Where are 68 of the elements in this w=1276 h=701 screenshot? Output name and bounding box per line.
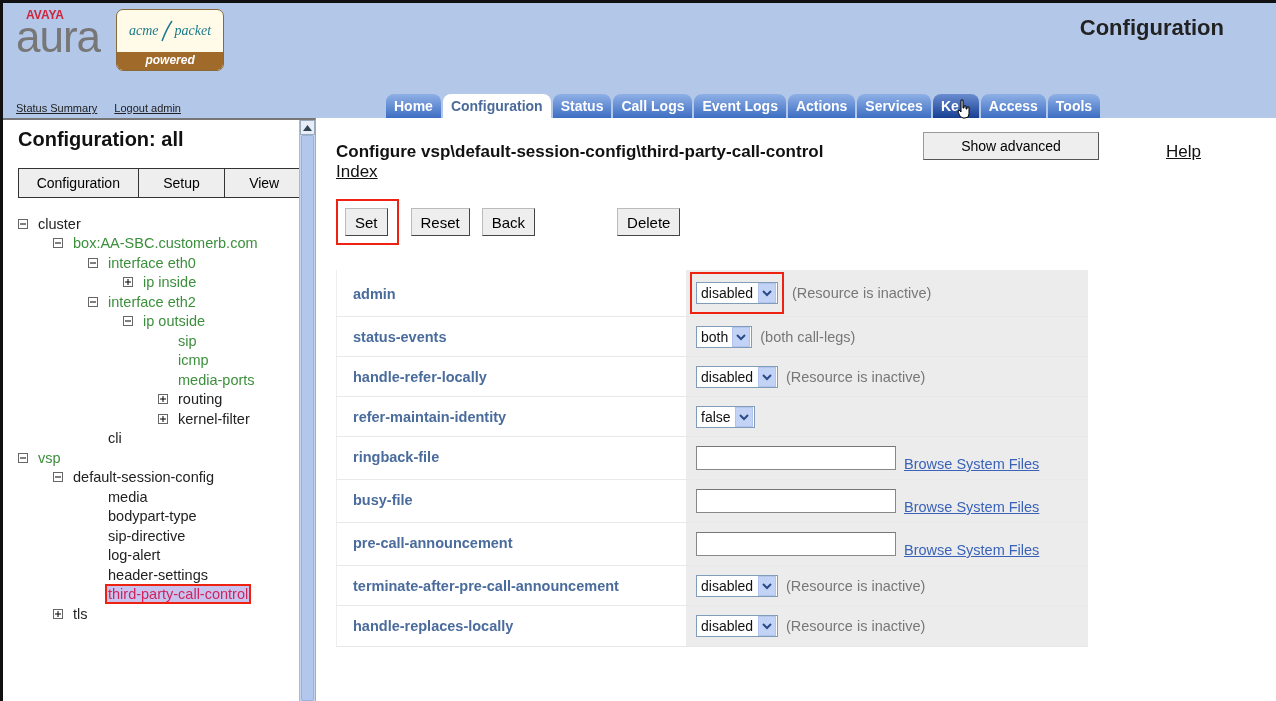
tree-item[interactable]: media-ports: [175, 369, 258, 390]
help-link[interactable]: Help: [1166, 142, 1201, 162]
view-button[interactable]: Setup: [138, 169, 226, 197]
field-note: (Resource is inactive): [786, 618, 926, 634]
tree-item[interactable]: log-alert: [105, 545, 164, 566]
input-field[interactable]: [696, 446, 896, 470]
field-note: (Resource is inactive): [786, 577, 926, 594]
tree-item[interactable]: header-settings: [105, 564, 211, 585]
action-button[interactable]: Set: [345, 208, 388, 236]
expand-icon[interactable]: [158, 394, 168, 405]
tree-item[interactable]: kernel-filter: [175, 408, 253, 429]
browse-link[interactable]: Browse System Files: [904, 499, 1040, 515]
tree-item[interactable]: bodypart-type: [105, 506, 200, 527]
show-advanced-button[interactable]: Show advanced: [923, 132, 1099, 160]
scrollbar[interactable]: [299, 120, 315, 701]
action-button[interactable]: Delete: [617, 208, 681, 236]
tree-item[interactable]: default-session-config: [70, 467, 218, 488]
collapse-icon[interactable]: [88, 296, 98, 307]
browse-link[interactable]: Browse System Files: [904, 456, 1040, 472]
powered-badge: acme packet powered: [116, 9, 225, 71]
tree-item[interactable]: media: [105, 486, 151, 507]
select-field[interactable]: disabled: [696, 615, 778, 637]
tree-item[interactable]: sip-directive: [105, 525, 189, 546]
tree-item[interactable]: tls: [70, 603, 91, 624]
collapse-icon[interactable]: [88, 257, 98, 268]
input-field[interactable]: [696, 532, 896, 556]
input-field[interactable]: [696, 489, 896, 513]
collapse-icon[interactable]: [53, 472, 63, 483]
page-heading: Configuration: [1079, 15, 1224, 41]
tree-item[interactable]: interface eth2: [105, 291, 199, 312]
sidebar-title: Configuration: all: [18, 128, 185, 151]
field-note: (both call-legs): [760, 328, 856, 345]
action-button[interactable]: Reset: [410, 208, 470, 236]
action-button[interactable]: Back: [481, 208, 536, 236]
tree-item[interactable]: routing: [175, 389, 226, 410]
nav-tab[interactable]: Ke: [932, 94, 979, 118]
tree-item[interactable]: ip inside: [140, 272, 200, 293]
tree-item[interactable]: cli: [105, 428, 125, 449]
expand-icon[interactable]: [123, 277, 133, 288]
tree-item[interactable]: ip outside: [140, 311, 209, 332]
index-link[interactable]: Index: [336, 162, 378, 182]
tree-item[interactable]: cluster: [35, 213, 84, 234]
header-link[interactable]: Logout admin: [114, 102, 181, 114]
select-field[interactable]: disabled: [696, 282, 778, 304]
tree-item[interactable]: sip: [175, 330, 200, 351]
form-title: Configure vsp\default-session-config\third-party-call-control: [336, 141, 825, 162]
expand-icon[interactable]: [53, 608, 63, 619]
field-note: (Resource is inactive): [792, 285, 932, 301]
collapse-icon[interactable]: [18, 218, 28, 229]
collapse-icon[interactable]: [53, 238, 63, 249]
tree-item[interactable]: vsp: [35, 447, 64, 468]
view-button[interactable]: View: [225, 169, 299, 197]
collapse-icon[interactable]: [18, 452, 28, 463]
nav-tab[interactable]: Configuration: [442, 94, 551, 118]
select-field[interactable]: disabled: [696, 365, 778, 388]
select-field[interactable]: false: [696, 405, 755, 428]
select-field[interactable]: disabled: [696, 574, 778, 597]
header-link[interactable]: Status Summary: [16, 102, 98, 114]
tree-item[interactable]: icmp: [175, 350, 212, 371]
expand-icon[interactable]: [158, 413, 168, 424]
select-field[interactable]: both: [696, 325, 753, 348]
tree-item[interactable]: box:AA-SBC.customerb.com: [70, 233, 261, 254]
collapse-icon[interactable]: [123, 316, 133, 327]
tree-item[interactable]: interface eth0: [105, 252, 199, 273]
field-note: (Resource is inactive): [786, 368, 926, 385]
scroll-up-icon[interactable]: [303, 124, 312, 131]
browse-link[interactable]: Browse System Files: [904, 542, 1040, 558]
view-button[interactable]: Configuration: [19, 169, 139, 197]
